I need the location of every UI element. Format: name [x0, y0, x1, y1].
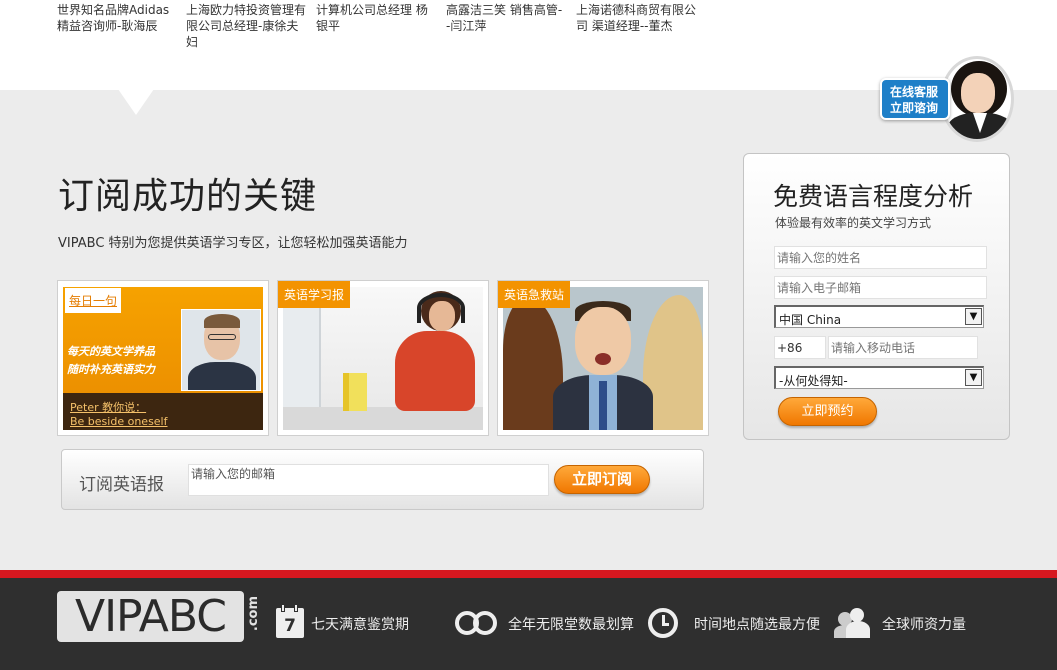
online-service-widget[interactable]: 在线客服 立即谘询: [878, 56, 1014, 144]
testimonial-2[interactable]: 上海欧力特投资管理有限公司总经理-康徐夫妇: [186, 2, 310, 50]
english-rescue-tag[interactable]: 英语急救站: [498, 281, 571, 308]
people-icon: [834, 608, 870, 638]
footer-red-stripe: [0, 570, 1057, 578]
form-title: 免费语言程度分析: [773, 182, 974, 211]
english-newsletter-image[interactable]: [283, 287, 483, 430]
agent-avatar: [940, 56, 1014, 142]
page-title: 订阅成功的关键: [58, 176, 318, 217]
country-select-value: 中国 China: [779, 313, 842, 327]
footer: VIPABC .com 7 七天满意鉴赏期 全年无限堂数最划算 时间地点随选最方…: [0, 578, 1057, 670]
teacher-label[interactable]: Peter 教你说：: [70, 399, 146, 415]
online-service-line1: 在线客服: [890, 85, 939, 99]
phone-input[interactable]: [828, 336, 978, 359]
testimonial-5[interactable]: 上海诺德科商贸有限公司 渠道经理--董杰: [576, 2, 702, 34]
name-input[interactable]: [774, 246, 987, 269]
calendar-icon: 7: [276, 604, 304, 638]
feature-global-teachers: 全球师资力量: [882, 617, 966, 633]
daily-sentence-image[interactable]: 每日一句 每天的英文学养品 随时补充英语实力 Peter 教你说： Be bes…: [63, 287, 263, 430]
chevron-down-icon[interactable]: ▼: [965, 308, 982, 325]
vipabc-logo[interactable]: VIPABC: [57, 591, 244, 642]
subscribe-button[interactable]: 立即订阅: [554, 465, 650, 494]
subscribe-bar: 订阅英语报 立即订阅: [61, 449, 704, 510]
daily-phrase-link[interactable]: Be beside oneself: [70, 415, 168, 428]
language-analysis-form: 免费语言程度分析 体验最有效率的英文学习方式 中国 China ▼ -从何处得知…: [743, 153, 1010, 440]
teacher-photo: [181, 309, 261, 391]
feature-flexible-time: 时间地点随选最方便: [694, 617, 820, 633]
subscribe-email-input[interactable]: [188, 464, 549, 496]
english-rescue-card[interactable]: 英语急救站: [497, 280, 709, 436]
infinity-icon: [455, 611, 499, 635]
english-newsletter-card[interactable]: 英语学习报: [277, 280, 489, 436]
source-select[interactable]: -从何处得知- ▼: [774, 366, 984, 389]
english-rescue-image[interactable]: [503, 287, 703, 430]
clock-icon: [648, 608, 678, 638]
testimonial-3[interactable]: 计算机公司总经理 杨银平: [316, 2, 436, 34]
testimonial-1[interactable]: 世界知名品牌Adidas 精益咨询师-耿海辰: [57, 2, 175, 34]
online-service-line2: 立即谘询: [890, 101, 939, 115]
book-now-button[interactable]: 立即预约: [778, 397, 877, 426]
testimonial-4[interactable]: 高露洁三笑 销售高管--闫江萍: [446, 2, 566, 34]
chevron-down-icon[interactable]: ▼: [965, 369, 982, 386]
phone-prefix-input[interactable]: [774, 336, 826, 359]
online-service-button[interactable]: 在线客服 立即谘询: [880, 78, 950, 120]
daily-sentence-calligraphy: 每天的英文学养品 随时补充英语实力: [67, 345, 155, 376]
country-select[interactable]: 中国 China ▼: [774, 305, 984, 328]
daily-sentence-tag[interactable]: 每日一句: [65, 288, 122, 313]
email-input[interactable]: [774, 276, 987, 299]
form-description: 体验最有效率的英文学习方式: [775, 216, 932, 230]
logo-domain-suffix: .com: [246, 596, 261, 632]
daily-sentence-card[interactable]: 每日一句 每天的英文学养品 随时补充英语实力 Peter 教你说： Be bes…: [57, 280, 269, 436]
page-subtitle: VIPABC 特别为您提供英语学习专区，让您轻松加强英语能力: [58, 236, 408, 251]
feature-trial-period: 七天满意鉴赏期: [311, 617, 409, 633]
pointer-notch: [118, 89, 154, 115]
source-select-value: -从何处得知-: [779, 374, 848, 388]
english-newsletter-tag[interactable]: 英语学习报: [278, 281, 351, 308]
feature-unlimited-classes: 全年无限堂数最划算: [508, 617, 634, 633]
subscribe-label: 订阅英语报: [79, 475, 164, 495]
